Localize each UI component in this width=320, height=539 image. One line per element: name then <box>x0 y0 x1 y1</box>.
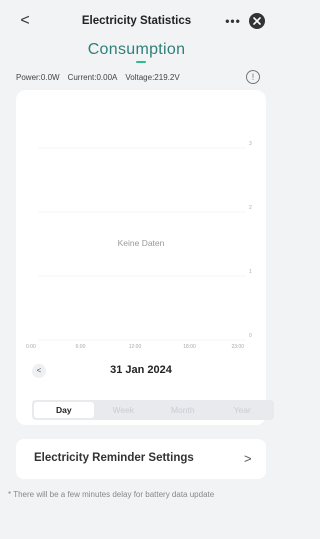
top-bar: < Electricity Statistics ••• <box>0 0 273 42</box>
no-data-label: Keine Daten <box>117 238 165 248</box>
y-tick-label: 3 <box>249 141 252 147</box>
period-tab-year[interactable]: Year <box>213 402 273 418</box>
active-tab-indicator <box>136 61 146 63</box>
consumption-chart: 0 1 2 3 0:00 6:00 12:00 18:00 23:00 <box>26 141 252 350</box>
more-icon: ••• <box>225 14 241 28</box>
close-icon <box>253 17 261 25</box>
y-tick-label: 1 <box>249 269 252 275</box>
period-selector: Day Week Month Year <box>32 400 274 420</box>
selected-date: 31 Jan 2024 <box>110 364 172 376</box>
info-icon[interactable]: ! <box>246 70 260 84</box>
x-tick-label: 12:00 <box>129 344 142 350</box>
current-reading: Current:0.00A <box>67 73 118 82</box>
battery-delay-note: * There will be a few minutes delay for … <box>8 490 215 499</box>
live-readings: Power:0.0W Current:0.00A Voltage:219.2V <box>16 73 180 82</box>
chart-card: 0 1 2 3 0:00 6:00 12:00 18:00 23:00 Keine Daten … <box>16 90 274 425</box>
period-tab-day[interactable]: Day <box>34 402 94 418</box>
y-tick-label: 0 <box>249 333 252 339</box>
close-button[interactable] <box>249 13 265 29</box>
reminder-settings-label: Electricity Reminder Settings <box>34 452 194 464</box>
consumption-tab[interactable]: Consumption <box>0 41 273 59</box>
reminder-settings-row[interactable]: Electricity Reminder Settings > <box>16 439 266 479</box>
x-tick-label: 18:00 <box>183 344 196 350</box>
more-options-button[interactable]: ••• <box>224 12 242 30</box>
x-tick-label: 23:00 <box>231 344 244 350</box>
y-tick-label: 2 <box>249 205 252 211</box>
x-tick-label: 6:00 <box>76 344 86 350</box>
period-tab-week[interactable]: Week <box>94 402 154 418</box>
chevron-right-icon: > <box>244 451 252 466</box>
power-reading: Power:0.0W <box>16 73 60 82</box>
x-tick-label: 0:00 <box>26 344 36 350</box>
voltage-reading: Voltage:219.2V <box>125 73 180 82</box>
date-navigator: < 31 Jan 2024 <box>16 362 266 384</box>
period-tab-month[interactable]: Month <box>153 402 213 418</box>
